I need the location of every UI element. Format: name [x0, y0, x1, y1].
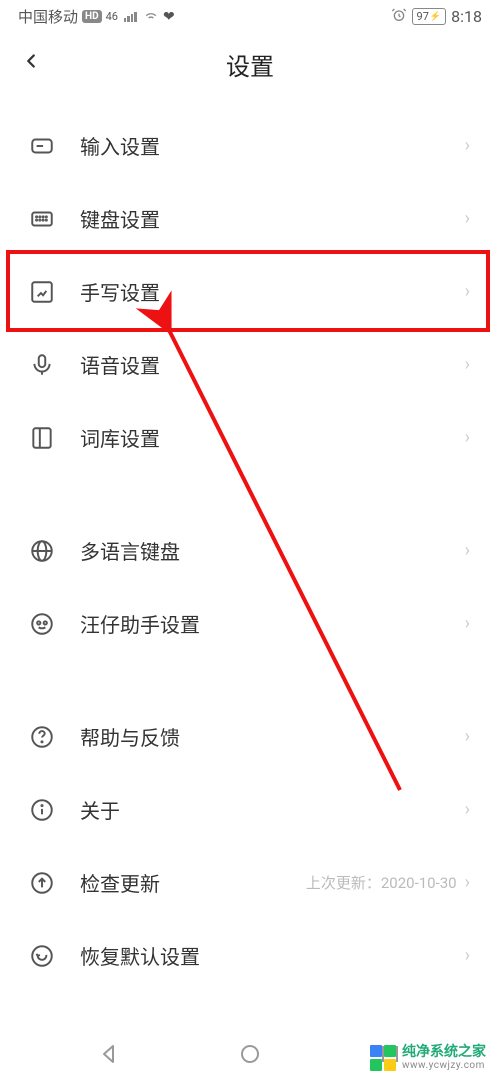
item-input-settings[interactable]: 输入设置 ›	[0, 109, 500, 182]
item-label: 汪仔助手设置	[80, 609, 465, 638]
item-assistant-settings[interactable]: 汪仔助手设置 ›	[0, 587, 500, 660]
info-icon	[28, 796, 56, 824]
chevron-right-icon: ›	[465, 208, 470, 229]
signal-icon	[124, 12, 137, 22]
nav-home-button[interactable]	[236, 1040, 264, 1068]
chevron-right-icon: ›	[465, 354, 470, 375]
item-label: 恢复默认设置	[80, 941, 465, 970]
item-label: 帮助与反馈	[80, 722, 465, 751]
heart-icon: ❤	[163, 9, 175, 25]
chevron-right-icon: ›	[465, 799, 470, 820]
carrier-label: 中国移动	[18, 6, 78, 27]
item-label: 词库设置	[80, 423, 465, 452]
item-sublabel: 上次更新：2020-10-30	[306, 872, 457, 893]
item-label: 语音设置	[80, 350, 465, 379]
item-reset-defaults[interactable]: 恢复默认设置 ›	[0, 919, 500, 992]
page-title: 设置	[226, 47, 274, 82]
chevron-right-icon: ›	[465, 540, 470, 561]
status-right: 97⚡ 8:18	[391, 7, 482, 27]
header: 设置	[0, 31, 500, 109]
item-multilang-keyboard[interactable]: 多语言键盘 ›	[0, 514, 500, 587]
alarm-icon	[391, 7, 407, 27]
item-keyboard-settings[interactable]: 键盘设置 ›	[0, 182, 500, 255]
handwrite-icon	[28, 278, 56, 306]
status-bar: 中国移动 HD 46 ❤ 97⚡ 8:18	[0, 0, 500, 31]
keyboard-icon	[28, 205, 56, 233]
item-label: 检查更新	[80, 868, 306, 897]
help-icon	[28, 723, 56, 751]
item-label: 输入设置	[80, 131, 465, 160]
input-icon	[28, 132, 56, 160]
mic-icon	[28, 351, 56, 379]
battery-indicator: 97⚡	[412, 8, 447, 25]
item-handwrite-settings[interactable]: 手写设置 ›	[0, 255, 500, 328]
chevron-right-icon: ›	[465, 281, 470, 302]
chevron-right-icon: ›	[465, 726, 470, 747]
chevron-right-icon: ›	[465, 945, 470, 966]
item-label: 手写设置	[80, 277, 465, 306]
item-dictionary-settings[interactable]: 词库设置 ›	[0, 401, 500, 474]
reset-icon	[28, 942, 56, 970]
item-check-update[interactable]: 检查更新 上次更新：2020-10-30 ›	[0, 846, 500, 919]
chevron-right-icon: ›	[465, 135, 470, 156]
item-label: 关于	[80, 795, 465, 824]
item-help-feedback[interactable]: 帮助与反馈 ›	[0, 700, 500, 773]
status-left: 中国移动 HD 46 ❤	[18, 6, 175, 27]
item-about[interactable]: 关于 ›	[0, 773, 500, 846]
net-label: 46	[106, 10, 118, 23]
update-icon	[28, 869, 56, 897]
item-label: 键盘设置	[80, 204, 465, 233]
hd-badge: HD	[82, 10, 102, 23]
nav-back-button[interactable]	[96, 1040, 124, 1068]
chevron-right-icon: ›	[465, 872, 470, 893]
globe-icon	[28, 537, 56, 565]
chevron-right-icon: ›	[465, 427, 470, 448]
dict-icon	[28, 424, 56, 452]
item-voice-settings[interactable]: 语音设置 ›	[0, 328, 500, 401]
wifi-icon	[143, 7, 159, 27]
watermark-url: www.ycwjzy.com	[402, 1060, 486, 1071]
back-button[interactable]	[20, 49, 50, 79]
settings-list: 输入设置 › 键盘设置 › 手写设置 › 语音设置 › 词库设置 ›	[0, 109, 500, 992]
assistant-icon	[28, 610, 56, 638]
chevron-right-icon: ›	[465, 613, 470, 634]
item-label: 多语言键盘	[80, 536, 465, 565]
time-label: 8:18	[451, 7, 482, 26]
watermark-title: 纯净系统之家	[402, 1045, 486, 1060]
watermark: 纯净系统之家 www.ycwjzy.com	[370, 1045, 486, 1071]
watermark-logo-icon	[370, 1045, 396, 1071]
